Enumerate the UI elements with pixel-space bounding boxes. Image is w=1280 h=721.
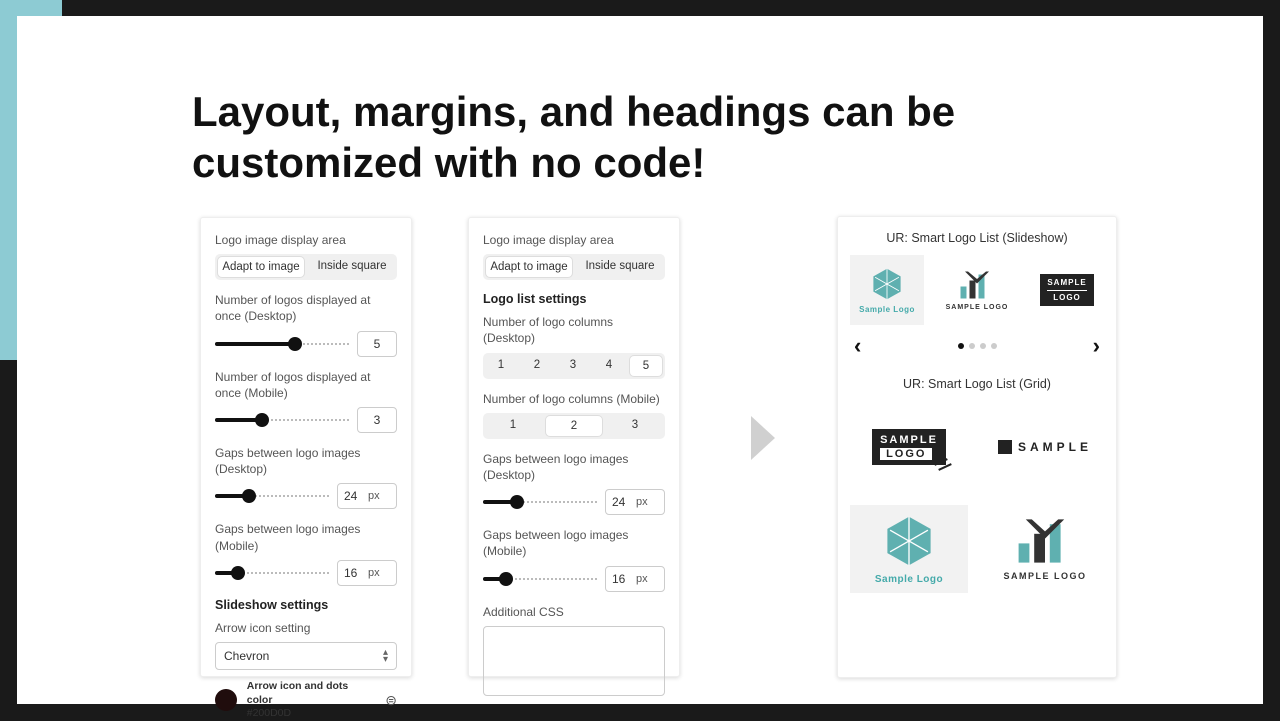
count-mobile-slider[interactable] (215, 412, 349, 428)
color-hex: #200D0D (247, 707, 376, 721)
gap-mobile-label: Gaps between logo images (Mobile) (215, 521, 397, 553)
cols-mobile-3[interactable]: 3 (605, 413, 665, 439)
count-desktop-value[interactable]: 5 (357, 331, 397, 357)
display-area-option-square-2[interactable]: Inside square (575, 254, 665, 280)
preview-logo-2: SAMPLE LOGO (940, 255, 1014, 325)
grid-logo-1: SAMPLE LOGO (850, 403, 968, 491)
display-area-segmented: Adapt to image Inside square (215, 254, 397, 280)
carousel-prev-icon[interactable]: ‹ (854, 333, 861, 359)
additional-css-label: Additional CSS (483, 604, 665, 620)
grid-logo-4: SAMPLE LOGO (986, 505, 1104, 593)
logo-list-settings-heading: Logo list settings (483, 292, 665, 306)
preview-panel: UR: Smart Logo List (Slideshow) Sample L… (837, 216, 1117, 678)
grid-logo-2: SAMPLE (986, 403, 1104, 491)
select-chevrons-icon: ▴▾ (383, 649, 388, 663)
arrow-setting-label: Arrow icon setting (215, 620, 397, 636)
additional-css-textarea[interactable] (483, 626, 665, 696)
grid-logo-4-caption: SAMPLE LOGO (1003, 571, 1086, 581)
carousel-controls: ‹ › (850, 333, 1104, 359)
cols-desktop-5[interactable]: 5 (629, 355, 663, 377)
gap-mobile-slider[interactable] (215, 565, 329, 581)
gap-mobile-value-2[interactable]: 16px (605, 566, 665, 592)
count-desktop-slider[interactable] (215, 336, 349, 352)
settings-panel-slideshow: Logo image display area Adapt to image I… (200, 217, 412, 677)
arrow-divider-icon (751, 416, 775, 460)
color-swatch (215, 689, 237, 711)
carousel-dot[interactable] (958, 343, 964, 349)
gap-desktop-slider[interactable] (215, 488, 329, 504)
grid-logo-3: Sample Logo (850, 505, 968, 593)
gap-desktop-value-2[interactable]: 24px (605, 489, 665, 515)
arrow-setting-select[interactable]: Chevron ▴▾ (215, 642, 397, 670)
arrow-color-row[interactable]: Arrow icon and dots color #200D0D ⊜ (215, 680, 397, 721)
carousel-dot[interactable] (991, 343, 997, 349)
cols-desktop-label: Number of logo columns (Desktop) (483, 314, 665, 346)
gap-mobile-slider-2[interactable] (483, 571, 597, 587)
display-area-option-adapt[interactable]: Adapt to image (217, 256, 305, 278)
preview-slideshow-title: UR: Smart Logo List (Slideshow) (850, 231, 1104, 245)
preview-logo-2-caption: SAMPLE LOGO (946, 304, 1009, 311)
gap-mobile-value[interactable]: 16px (337, 560, 397, 586)
page-title: Layout, margins, and headings can be cus… (192, 86, 1122, 188)
cols-desktop-3[interactable]: 3 (555, 353, 591, 379)
preview-logo-1-caption: Sample Logo (859, 305, 915, 314)
count-mobile-value[interactable]: 3 (357, 407, 397, 433)
cols-desktop-segmented: 1 2 3 4 5 (483, 353, 665, 379)
grid-logo-3-caption: Sample Logo (875, 574, 943, 585)
cols-desktop-4[interactable]: 4 (591, 353, 627, 379)
display-area-label-2: Logo image display area (483, 232, 665, 248)
color-label: Arrow icon and dots color (247, 680, 376, 707)
preview-logo-3: SAMPLE LOGO (1030, 255, 1104, 325)
carousel-dots[interactable] (958, 343, 997, 349)
count-desktop-label: Number of logos displayed at once (Deskt… (215, 292, 397, 324)
gap-mobile-label-2: Gaps between logo images (Mobile) (483, 527, 665, 559)
gap-desktop-value[interactable]: 24px (337, 483, 397, 509)
link-icon[interactable]: ⊜ (385, 692, 397, 709)
display-area-option-square[interactable]: Inside square (307, 254, 397, 280)
slideshow-settings-heading: Slideshow settings (215, 598, 397, 612)
count-mobile-label: Number of logos displayed at once (Mobil… (215, 369, 397, 401)
cols-mobile-2[interactable]: 2 (545, 415, 603, 437)
cols-mobile-segmented: 1 2 3 (483, 413, 665, 439)
cols-desktop-1[interactable]: 1 (483, 353, 519, 379)
main-card: Layout, margins, and headings can be cus… (17, 16, 1263, 704)
carousel-next-icon[interactable]: › (1093, 333, 1100, 359)
cols-mobile-1[interactable]: 1 (483, 413, 543, 439)
display-area-option-adapt-2[interactable]: Adapt to image (485, 256, 573, 278)
preview-slideshow-row: Sample Logo SAMPLE LOGO SAMPLE LOGO (850, 255, 1104, 325)
gap-desktop-label-2: Gaps between logo images (Desktop) (483, 451, 665, 483)
settings-panel-grid: Logo image display area Adapt to image I… (468, 217, 680, 677)
display-area-label: Logo image display area (215, 232, 397, 248)
carousel-dot[interactable] (980, 343, 986, 349)
display-area-segmented-2: Adapt to image Inside square (483, 254, 665, 280)
preview-grid-title: UR: Smart Logo List (Grid) (850, 377, 1104, 391)
preview-grid: SAMPLE LOGO SAMPLE Sample Logo SAMPLE LO… (850, 403, 1104, 593)
cols-desktop-2[interactable]: 2 (519, 353, 555, 379)
gap-desktop-label: Gaps between logo images (Desktop) (215, 445, 397, 477)
preview-logo-1: Sample Logo (850, 255, 924, 325)
cols-mobile-label: Number of logo columns (Mobile) (483, 391, 665, 407)
gap-desktop-slider-2[interactable] (483, 494, 597, 510)
carousel-dot[interactable] (969, 343, 975, 349)
